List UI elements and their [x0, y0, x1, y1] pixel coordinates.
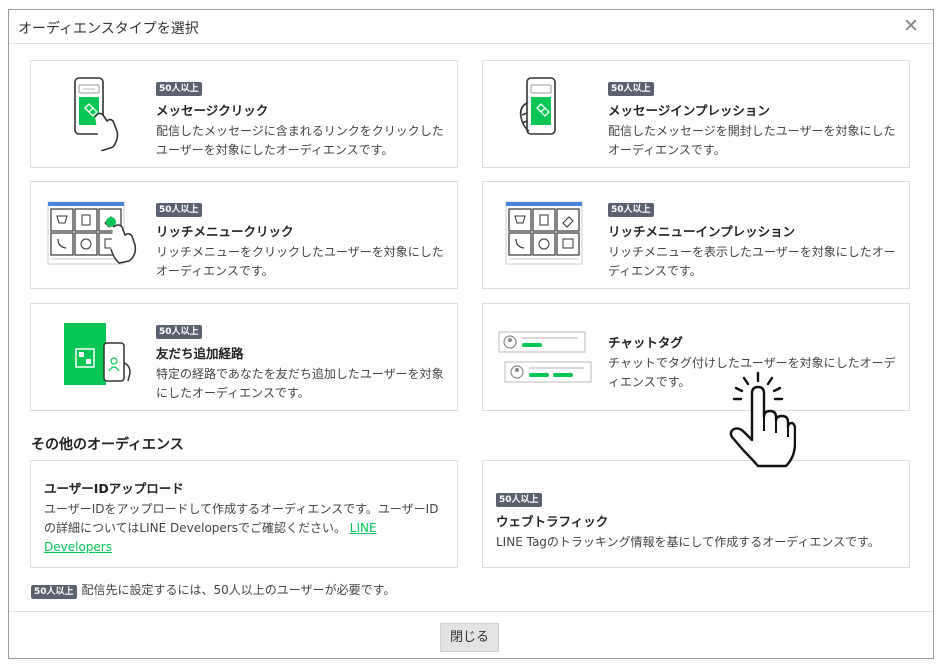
card-description: LINE Tagのトラッキング情報を基にして作成するオーディエンスです。 — [496, 535, 880, 549]
close-icon[interactable]: ✕ — [901, 16, 921, 36]
chat-tag-icon — [498, 330, 598, 390]
qr-phone-icon — [64, 323, 134, 393]
card-description: リッチメニューをクリックしたユーザーを対象にしたオーディエンスです。 — [156, 245, 444, 278]
card-description: リッチメニューを表示したユーザーを対象にしたオーディエンスです。 — [608, 245, 896, 278]
card-web-traffic[interactable]: 50人以上 ウェブトラフィック LINE Tagのトラッキング情報を基にして作成… — [482, 460, 910, 568]
card-title: ウェブトラフィック — [496, 514, 609, 529]
card-title: メッセージクリック — [156, 103, 269, 118]
audience-size-badge: 50人以上 — [31, 585, 77, 599]
card-description: 配信したメッセージに含まれるリンクをクリックしたユーザーを対象にしたオーディエン… — [156, 124, 444, 157]
phone-tap-icon — [73, 75, 131, 155]
card-message-impression[interactable]: 50人以上 メッセージインプレッション 配信したメッセージを開封したユーザーを対… — [482, 60, 910, 168]
card-title: メッセージインプレッション — [608, 103, 770, 118]
modal-header: オーディエンスタイプを選択 ✕ — [9, 10, 933, 44]
richmenu-grid-icon — [505, 201, 585, 271]
card-title: 友だち追加経路 — [156, 346, 244, 361]
close-button[interactable]: 閉じる — [440, 623, 499, 652]
card-friend-route[interactable]: 50人以上 友だち追加経路 特定の経路であなたを友だち追加したユーザーを対象にし… — [30, 303, 458, 411]
other-audience-section-title: その他のオーディエンス — [31, 437, 184, 453]
audience-size-badge: 50人以上 — [156, 82, 202, 96]
card-richmenu-impression[interactable]: 50人以上 リッチメニューインプレッション リッチメニューを表示したユーザーを対… — [482, 181, 910, 289]
modal-title: オーディエンスタイプを選択 — [18, 21, 199, 37]
card-user-id-upload[interactable]: ユーザーIDアップロード ユーザーIDをアップロードして作成するオーディエンスで… — [30, 460, 458, 568]
modal-footer: 閉じる — [9, 611, 933, 659]
card-title: リッチメニューインプレッション — [608, 224, 796, 239]
audience-size-badge: 50人以上 — [608, 203, 654, 217]
footnote-text: 配信先に設定するには、50人以上のユーザーが必要です。 — [81, 583, 396, 597]
phone-hold-icon — [517, 75, 575, 155]
card-title: ユーザーIDアップロード — [44, 481, 184, 496]
audience-size-badge: 50人以上 — [156, 325, 202, 339]
card-description: 特定の経路であなたを友だち追加したユーザーを対象にしたオーディエンスです。 — [156, 367, 444, 400]
card-description: ユーザーIDをアップロードして作成するオーディエンスです。ユーザーIDの詳細につ… — [44, 500, 444, 557]
card-title: リッチメニュークリック — [156, 224, 294, 239]
card-message-click[interactable]: 50人以上 メッセージクリック 配信したメッセージに含まれるリンクをクリックした… — [30, 60, 458, 168]
card-chat-tag[interactable]: チャットタグ チャットでタグ付けしたユーザーを対象にしたオーディエンスです。 — [482, 303, 910, 411]
card-description: 配信したメッセージを開封したユーザーを対象にしたオーディエンスです。 — [608, 124, 896, 157]
upload-description-text: ユーザーIDをアップロードして作成するオーディエンスです。ユーザーIDの詳細につ… — [44, 502, 439, 535]
audience-size-badge: 50人以上 — [496, 493, 542, 507]
audience-type-modal: オーディエンスタイプを選択 ✕ 50人以上 メッセージクリック 配信したメッセー… — [8, 9, 934, 659]
footnote: 50人以上 配信先に設定するには、50人以上のユーザーが必要です。 — [31, 581, 395, 599]
audience-size-badge: 50人以上 — [608, 82, 654, 96]
audience-size-badge: 50人以上 — [156, 203, 202, 217]
card-richmenu-click[interactable]: 50人以上 リッチメニュークリック リッチメニューをクリックしたユーザーを対象に… — [30, 181, 458, 289]
card-title: チャットタグ — [608, 335, 683, 350]
pointer-hand-icon — [726, 371, 797, 473]
richmenu-grid-icon — [47, 201, 147, 271]
